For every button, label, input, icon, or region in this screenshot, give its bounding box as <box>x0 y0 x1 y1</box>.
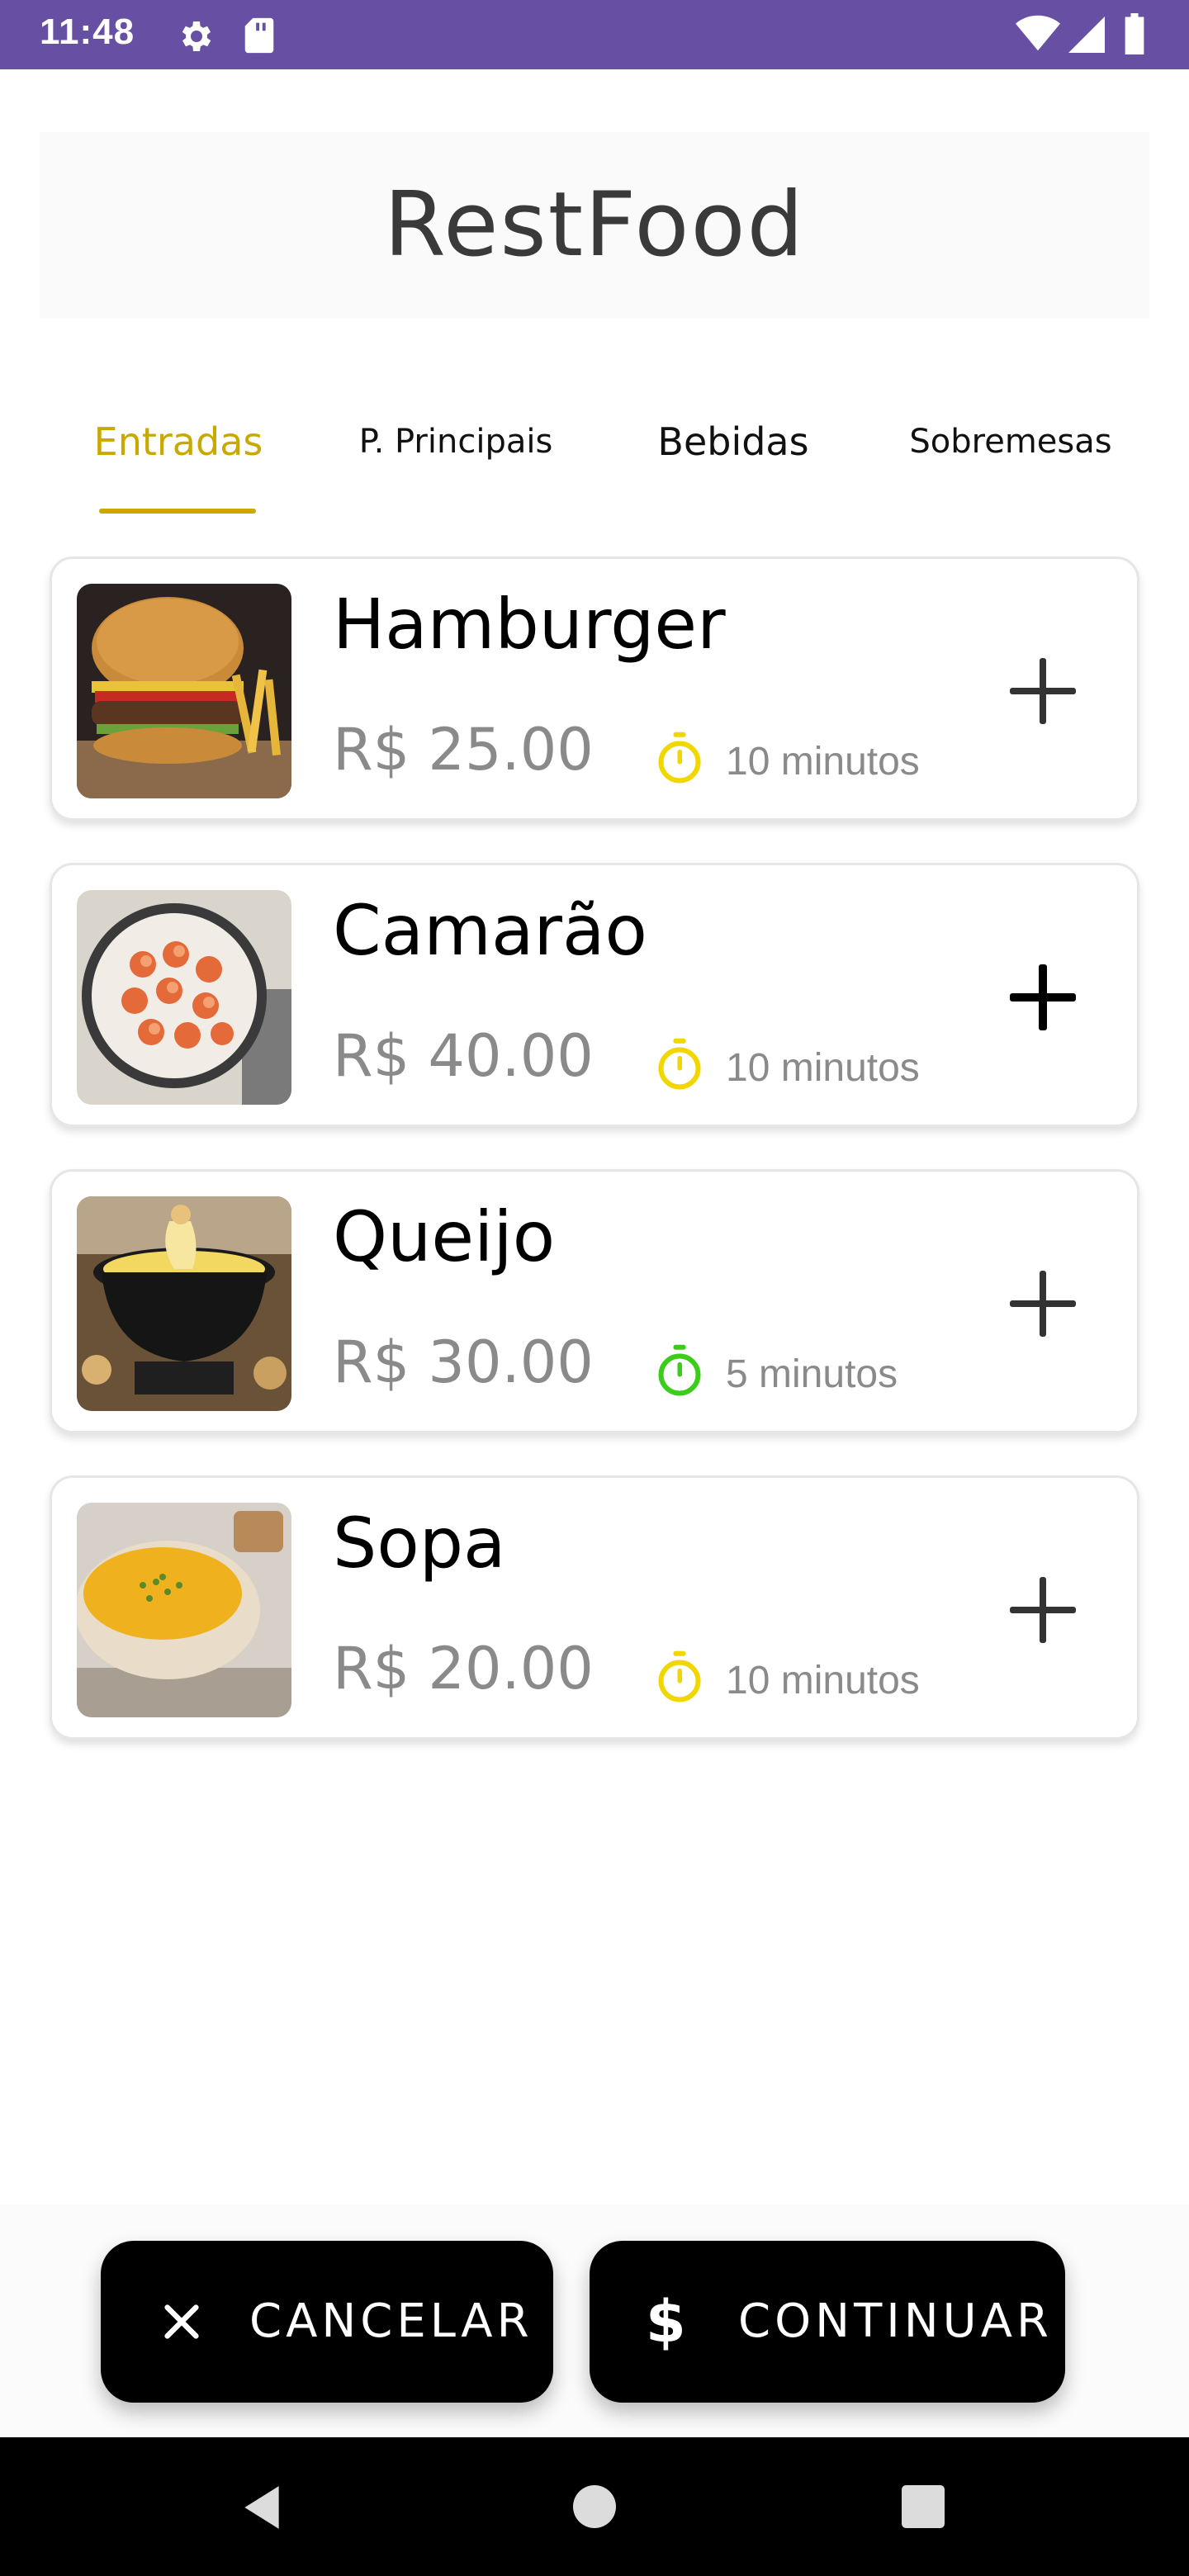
sd-card-icon <box>244 17 274 54</box>
tab-pratos-principais[interactable]: P. Principais <box>317 388 594 495</box>
prep-time: 10 minutos <box>726 740 920 784</box>
home-icon[interactable] <box>573 2485 616 2528</box>
app-header: RestFood <box>40 132 1149 319</box>
continue-button[interactable]: $ CONTINUAR <box>590 2241 1065 2403</box>
prep-time: 10 minutos <box>726 1659 920 1702</box>
status-bar: 11:48 <box>0 0 1189 69</box>
active-tab-indicator <box>99 509 256 514</box>
wifi-icon <box>1016 15 1060 51</box>
timer-icon <box>658 732 701 784</box>
cancel-button[interactable]: CANCELAR <box>101 2241 553 2403</box>
app-title: RestFood <box>383 173 806 277</box>
tab-entradas[interactable]: Entradas <box>40 388 317 495</box>
item-name: Camarão <box>333 890 647 971</box>
recents-icon[interactable] <box>902 2485 945 2528</box>
status-time: 11:48 <box>40 12 135 52</box>
category-tabs: Entradas P. Principais Bebidas Sobremesa… <box>40 388 1149 520</box>
add-button[interactable] <box>1002 650 1084 732</box>
shrimp-photo <box>77 890 291 1105</box>
menu-item-card[interactable]: Camarão R$ 40.00 10 minutos <box>50 863 1139 1127</box>
timer-icon <box>658 1344 701 1396</box>
item-price: R$ 20.00 <box>333 1635 594 1702</box>
tab-sobremesas[interactable]: Sobremesas <box>872 388 1149 495</box>
menu-item-card[interactable]: Sopa R$ 20.00 10 minutos <box>50 1475 1139 1740</box>
item-name: Hamburger <box>333 584 726 665</box>
battery-icon <box>1125 13 1144 54</box>
timer-icon <box>658 1038 701 1090</box>
dollar-icon: $ <box>646 2288 686 2356</box>
menu-item-card[interactable]: Hamburger R$ 25.00 10 minutos <box>50 556 1139 821</box>
continue-label: CONTINUAR <box>738 2294 1053 2348</box>
menu-item-card[interactable]: Queijo R$ 30.00 5 minutos <box>50 1169 1139 1433</box>
prep-time: 10 minutos <box>726 1046 920 1090</box>
cheese-fondue-photo <box>77 1196 291 1411</box>
add-button[interactable] <box>1002 1262 1084 1345</box>
hamburger-photo <box>77 584 291 798</box>
item-name: Sopa <box>333 1503 506 1584</box>
back-icon[interactable] <box>239 2482 284 2533</box>
add-button[interactable] <box>1002 956 1084 1039</box>
item-price: R$ 25.00 <box>333 716 594 784</box>
item-name: Queijo <box>333 1196 556 1277</box>
soup-photo <box>77 1503 291 1717</box>
add-button[interactable] <box>1002 1569 1084 1651</box>
cancel-label: CANCELAR <box>249 2294 533 2348</box>
system-nav-bar <box>0 2437 1189 2576</box>
close-icon <box>164 2304 199 2339</box>
timer-icon <box>658 1650 701 1702</box>
signal-icon <box>1068 17 1105 53</box>
gear-icon <box>182 21 211 51</box>
prep-time: 5 minutos <box>726 1352 898 1396</box>
tab-bebidas[interactable]: Bebidas <box>594 388 872 495</box>
item-price: R$ 30.00 <box>333 1328 594 1396</box>
item-price: R$ 40.00 <box>333 1022 594 1090</box>
